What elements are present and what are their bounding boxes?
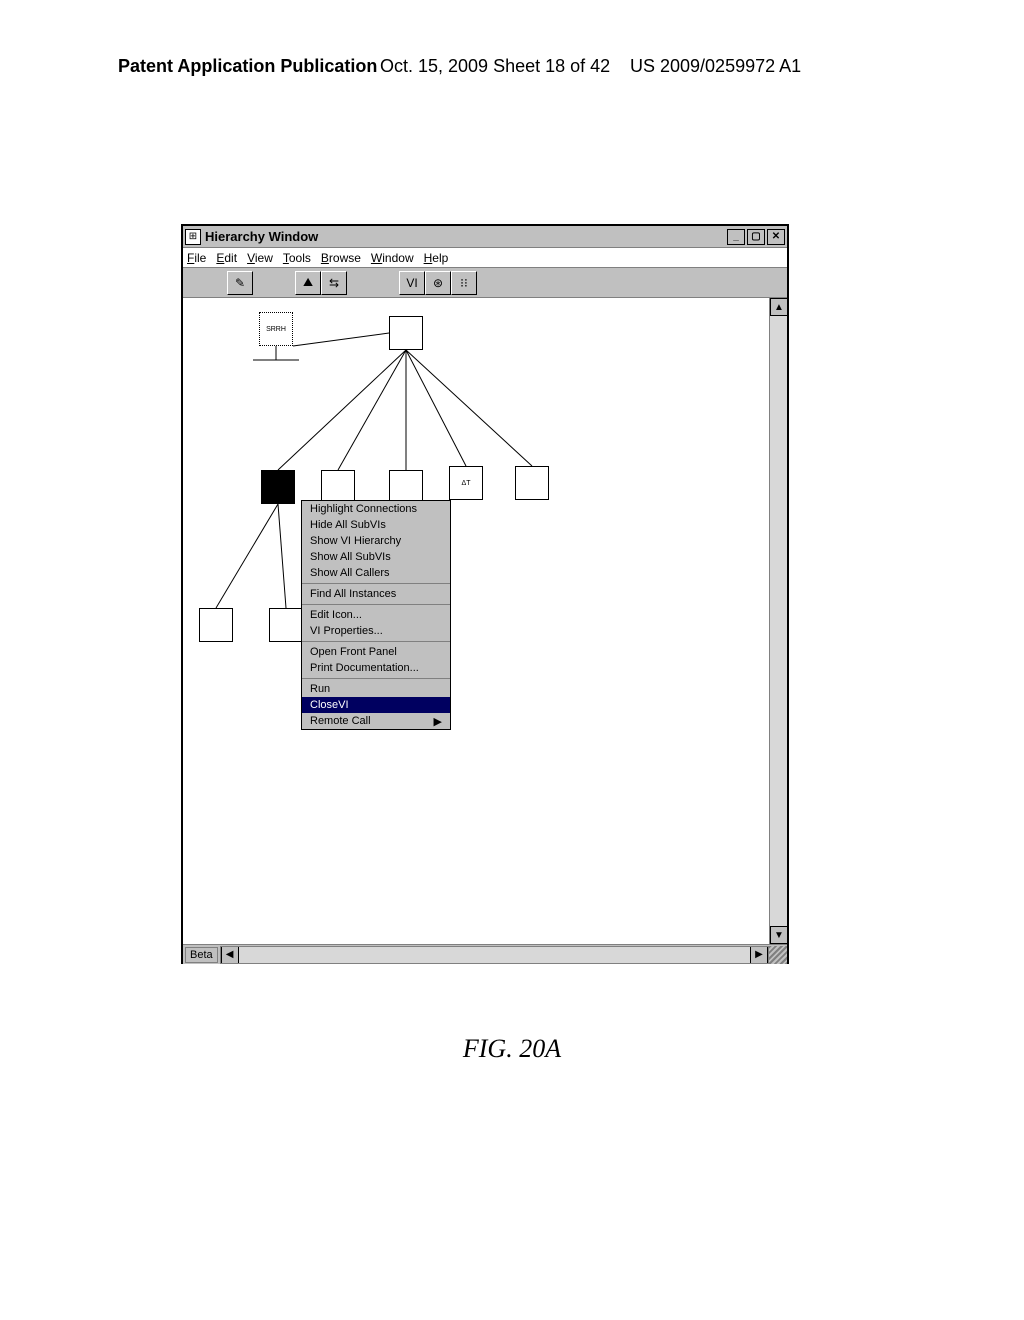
menu-close-vi[interactable]: CloseVI xyxy=(302,697,450,713)
vi-node-mid-5[interactable] xyxy=(515,466,549,500)
toolbar-tree-horiz-button[interactable]: ⇆ xyxy=(321,271,347,295)
menu-print-documentation[interactable]: Print Documentation... xyxy=(302,660,450,676)
close-button[interactable]: ✕ xyxy=(767,229,785,245)
vi-node-top-center[interactable] xyxy=(389,316,423,350)
context-menu: Highlight Connections Hide All SubVIs Sh… xyxy=(301,500,451,730)
scroll-down-button[interactable]: ▼ xyxy=(770,926,788,944)
menu-show-vi-hierarchy[interactable]: Show VI Hierarchy xyxy=(302,533,450,549)
page-header-center: Oct. 15, 2009 Sheet 18 of 42 xyxy=(380,56,610,77)
page-header-right: US 2009/0259972 A1 xyxy=(630,56,801,77)
menu-tools[interactable]: Tools xyxy=(283,251,311,265)
menu-file[interactable]: File xyxy=(187,251,206,265)
menu-show-all-callers[interactable]: Show All Callers xyxy=(302,565,450,581)
menu-highlight-connections[interactable]: Highlight Connections xyxy=(302,501,450,517)
figure-caption: FIG. 20A xyxy=(0,1034,1024,1064)
toolbar-vi-button[interactable]: VI xyxy=(399,271,425,295)
titlebar: ⊞ Hierarchy Window _ ▢ ✕ xyxy=(183,226,787,248)
menu-hide-all-subvis[interactable]: Hide All SubVIs xyxy=(302,517,450,533)
menu-remote-call[interactable]: Remote Call ▶ xyxy=(302,713,450,729)
status-label: Beta xyxy=(185,947,218,963)
minimize-button[interactable]: _ xyxy=(727,229,745,245)
menu-view[interactable]: View xyxy=(247,251,273,265)
scroll-left-button[interactable]: ◀ xyxy=(221,947,239,963)
scroll-right-button[interactable]: ▶ xyxy=(750,947,768,963)
vi-node-mid-1[interactable] xyxy=(261,470,295,504)
vi-node-bottom-1[interactable] xyxy=(199,608,233,642)
toolbar-tree-vert-button[interactable]: ⛰ xyxy=(295,271,321,295)
menu-vi-properties[interactable]: VI Properties... xyxy=(302,623,450,639)
toolbar-layout-button[interactable]: ⁝⁝ xyxy=(451,271,477,295)
submenu-arrow-icon: ▶ xyxy=(434,715,442,728)
vertical-scrollbar[interactable]: ▲ ▼ xyxy=(769,298,787,944)
menu-show-all-subvis[interactable]: Show All SubVIs xyxy=(302,549,450,565)
menu-edit-icon[interactable]: Edit Icon... xyxy=(302,607,450,623)
menu-window[interactable]: Window xyxy=(371,251,414,265)
toolbar-globe-button[interactable]: ⊛ xyxy=(425,271,451,295)
toolbar: ✎ ⛰ ⇆ VI ⊛ ⁝⁝ xyxy=(183,268,787,298)
horizontal-scrollbar[interactable]: ◀ ▶ xyxy=(220,946,769,964)
vi-node-top-left[interactable]: SRRH xyxy=(259,312,293,346)
statusbar: Beta ◀ ▶ xyxy=(183,944,787,964)
vi-node-mid-4[interactable]: ΔT xyxy=(449,466,483,500)
maximize-button[interactable]: ▢ xyxy=(747,229,765,245)
toolbar-brush-button[interactable]: ✎ xyxy=(227,271,253,295)
canvas: ▲ ▼ SRRH ΔT Highlight xyxy=(183,298,787,944)
menu-browse[interactable]: Browse xyxy=(321,251,361,265)
menu-help[interactable]: Help xyxy=(424,251,449,265)
menubar: File Edit View Tools Browse Window Help xyxy=(183,248,787,268)
menu-open-front-panel[interactable]: Open Front Panel xyxy=(302,644,450,660)
app-icon: ⊞ xyxy=(185,229,201,245)
resize-grip[interactable] xyxy=(769,946,787,964)
window-title: Hierarchy Window xyxy=(205,229,727,244)
vi-node-mid-2[interactable] xyxy=(321,470,355,504)
menu-remote-call-label: Remote Call xyxy=(310,715,371,727)
vi-node-mid-3[interactable] xyxy=(389,470,423,504)
menu-find-all-instances[interactable]: Find All Instances xyxy=(302,586,450,602)
menu-run[interactable]: Run xyxy=(302,681,450,697)
vi-node-bottom-2[interactable] xyxy=(269,608,303,642)
scroll-up-button[interactable]: ▲ xyxy=(770,298,788,316)
page-header-left: Patent Application Publication xyxy=(118,56,377,77)
menu-edit[interactable]: Edit xyxy=(216,251,237,265)
hierarchy-window: ⊞ Hierarchy Window _ ▢ ✕ File Edit View … xyxy=(181,224,789,964)
